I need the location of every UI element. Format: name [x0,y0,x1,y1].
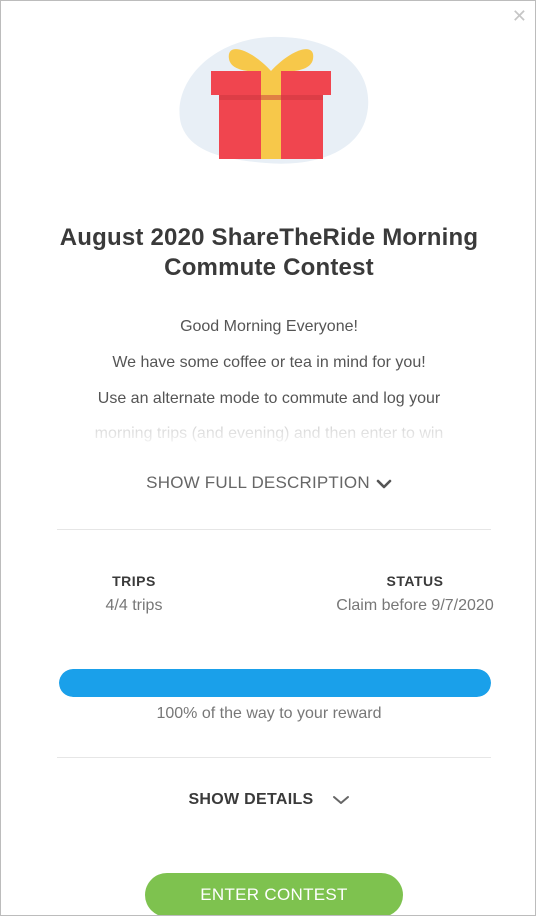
reward-progress-bar [59,669,491,697]
enter-contest-button[interactable]: ENTER CONTEST [145,873,403,915]
divider [57,757,491,758]
status-stat: STATUS Claim before 9/7/2020 [301,573,529,615]
status-label: STATUS [386,573,444,589]
chevron-down-icon [376,479,392,488]
divider [57,529,491,530]
description-line-faded: morning trips (and evening) and then ent… [41,423,497,445]
reward-progress-text: 100% of the way to your reward [156,705,382,722]
gift-ribbon-vertical [261,71,281,159]
description-line: We have some coffee or tea in mind for y… [112,354,426,371]
contest-description: Good Morning Everyone! We have some coff… [41,315,497,445]
gift-lid-shadow [219,95,323,100]
status-value: Claim before 9/7/2020 [336,597,494,614]
trips-stat: TRIPS 4/4 trips [49,573,219,615]
trips-value: 4/4 trips [105,597,163,614]
contest-title: August 2020 ShareTheRide Morning Commute… [59,224,479,281]
contest-modal: ✕ August 2020 ShareTheRide Morning Commu… [0,0,536,916]
close-icon[interactable]: ✕ [512,7,527,25]
trips-label: TRIPS [112,573,156,589]
gift-icon [179,36,369,164]
show-details-button[interactable]: SHOW DETAILS [41,791,497,809]
show-details-label: SHOW DETAILS [188,791,314,808]
description-line: Use an alternate mode to commute and log… [97,390,441,407]
reward-progress-fill [59,669,491,697]
show-full-description-label: SHOW FULL DESCRIPTION [146,473,370,492]
description-line: Good Morning Everyone! [180,318,358,335]
show-full-description-button[interactable]: SHOW FULL DESCRIPTION [41,473,497,493]
chevron-down-icon [332,795,349,804]
